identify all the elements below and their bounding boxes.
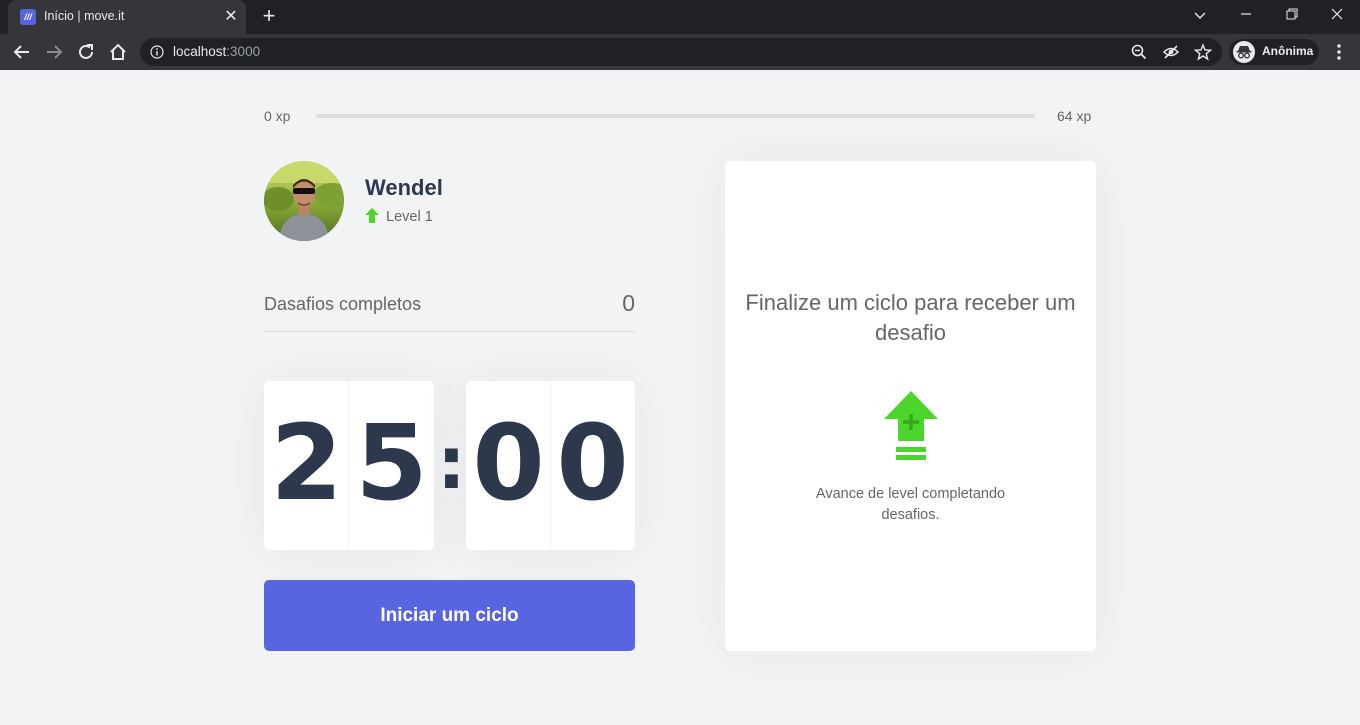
start-cycle-button[interactable]: Iniciar um ciclo xyxy=(264,580,635,651)
browser-tab[interactable]: /// Início | move.it ✕ xyxy=(8,0,246,34)
forward-icon[interactable] xyxy=(43,41,65,63)
avatar xyxy=(264,161,344,241)
minimize-icon[interactable] xyxy=(1223,0,1269,30)
address-host: localhost xyxy=(173,44,227,59)
tab-title: Início | move.it xyxy=(44,9,125,23)
countdown-seconds: 0 0 xyxy=(466,381,635,550)
completed-challenges-label: Dasafios completos xyxy=(264,294,422,314)
address-bar[interactable]: localhost:3000 xyxy=(140,38,1222,66)
restore-icon[interactable] xyxy=(1269,0,1315,30)
completed-challenges: Dasafios completos 0 xyxy=(264,284,635,332)
level-up-icon xyxy=(883,389,939,465)
level-up-icon xyxy=(365,208,379,224)
minute-ones-digit: 5 xyxy=(355,402,428,524)
xp-max-label: 64 xp xyxy=(1057,108,1092,124)
reload-icon[interactable] xyxy=(75,41,97,63)
zoom-icon[interactable] xyxy=(1130,43,1148,61)
tracking-blocked-icon[interactable] xyxy=(1162,43,1180,61)
xp-progress-track xyxy=(316,114,1035,118)
incognito-icon xyxy=(1233,41,1255,63)
back-icon[interactable] xyxy=(11,41,33,63)
user-name: Wendel xyxy=(365,175,443,200)
completed-challenges-count: 0 xyxy=(622,290,635,316)
profile-label: Anônima xyxy=(1262,44,1314,58)
address-text: localhost:3000 xyxy=(173,44,260,59)
tab-close-icon[interactable]: ✕ xyxy=(222,8,240,26)
challenge-box: Finalize um ciclo para receber um desafi… xyxy=(725,161,1096,651)
close-window-icon[interactable] xyxy=(1314,0,1360,30)
address-port: :3000 xyxy=(226,44,261,59)
challenge-box-title: Finalize um ciclo para receber um desafi… xyxy=(745,290,1076,345)
challenge-box-hint: Avance de level completando desafios. xyxy=(815,486,1006,523)
countdown-minutes: 2 5 xyxy=(264,381,434,550)
browser-tab-bar: /// Início | move.it ✕ + xyxy=(0,0,1360,34)
second-ones-digit: 0 xyxy=(556,402,629,524)
site-info-icon[interactable] xyxy=(150,45,164,59)
tab-search-icon[interactable] xyxy=(1177,0,1223,30)
minute-tens-digit: 2 xyxy=(270,402,343,524)
countdown-separator: : xyxy=(437,421,466,505)
browser-menu-icon[interactable] xyxy=(1330,42,1348,62)
level-label: Level 1 xyxy=(386,209,433,225)
home-icon[interactable] xyxy=(107,41,129,63)
bookmark-star-icon[interactable] xyxy=(1193,43,1213,61)
incognito-profile-button[interactable]: Anônima xyxy=(1229,39,1319,65)
browser-toolbar: localhost:3000 Anônima xyxy=(0,34,1360,70)
second-tens-digit: 0 xyxy=(472,402,545,524)
xp-min-label: 0 xp xyxy=(264,108,291,124)
new-tab-icon[interactable]: + xyxy=(258,5,280,27)
favicon-icon: /// xyxy=(20,9,36,25)
